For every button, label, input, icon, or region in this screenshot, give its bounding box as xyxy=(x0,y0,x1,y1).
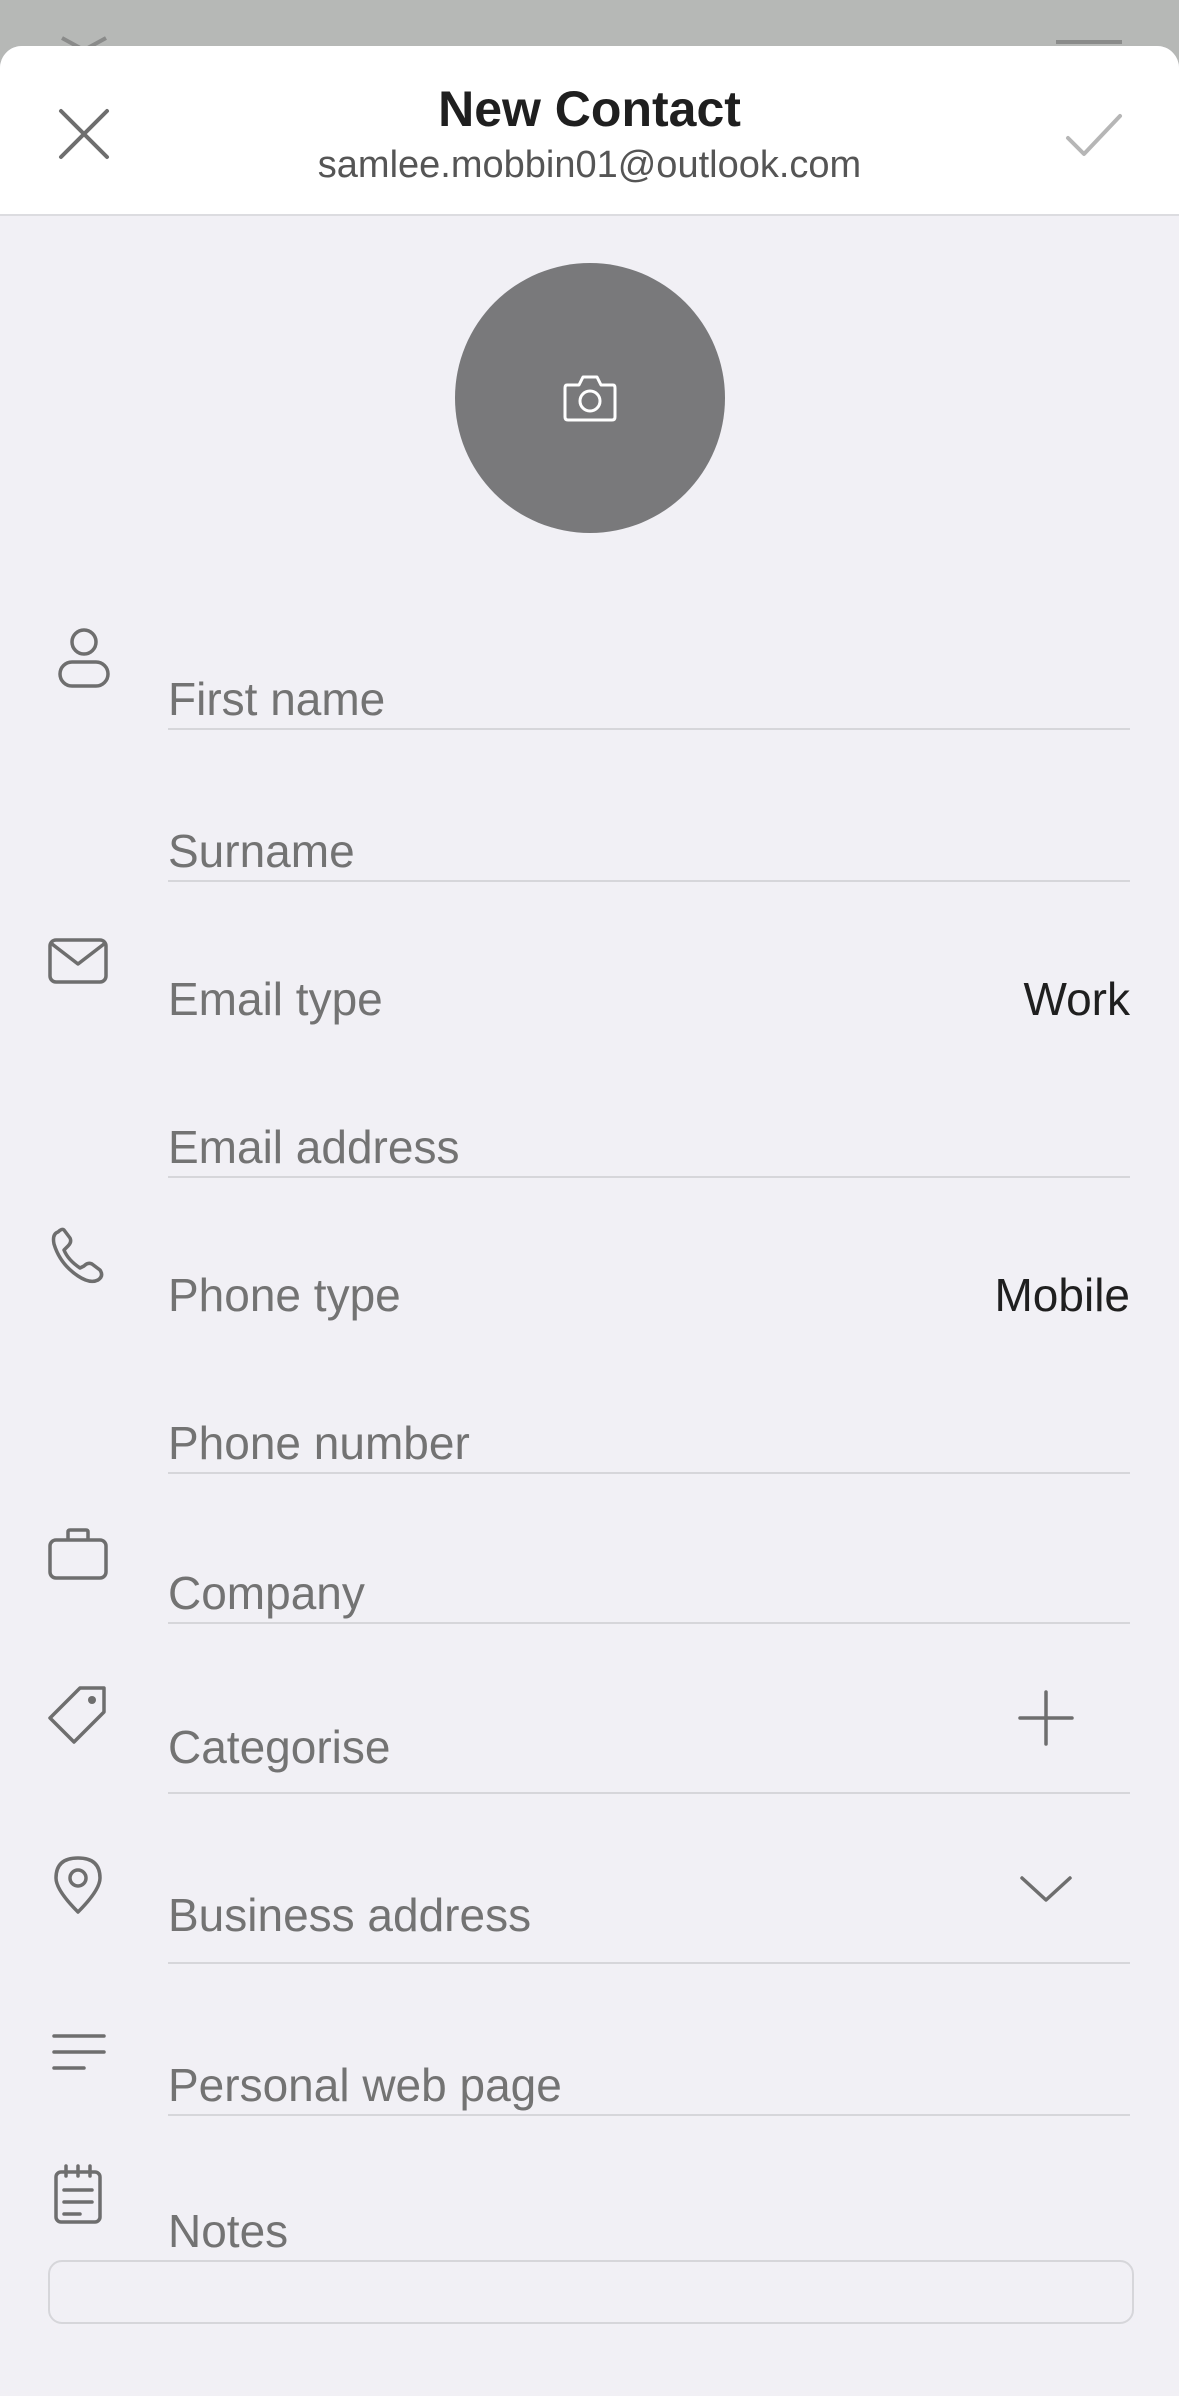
briefcase-icon xyxy=(48,1528,108,1580)
divider xyxy=(168,2114,1130,2116)
notes-label: Notes xyxy=(168,2205,289,2257)
add-photo-button[interactable] xyxy=(455,263,725,533)
phone-number-input[interactable]: Phone number xyxy=(168,1416,470,1470)
divider xyxy=(168,880,1130,882)
company-input[interactable]: Company xyxy=(168,1566,365,1620)
save-button[interactable] xyxy=(1060,102,1128,170)
divider xyxy=(168,1472,1130,1474)
divider xyxy=(168,1792,1130,1794)
account-email: samlee.mobbin01@outlook.com xyxy=(317,144,862,186)
location-pin-icon xyxy=(54,1856,102,1914)
text-lines-icon xyxy=(52,2034,106,2070)
backdrop-menu-icon xyxy=(1056,40,1122,44)
divider xyxy=(168,1962,1130,1964)
email-address-input[interactable]: Email address xyxy=(168,1120,459,1174)
categorise-label[interactable]: Categorise xyxy=(168,1720,390,1774)
checkmark-icon xyxy=(1066,114,1122,156)
person-icon xyxy=(58,628,110,688)
email-type-selector[interactable]: Work xyxy=(1024,972,1131,1026)
chevron-down-icon[interactable] xyxy=(1012,1854,1080,1922)
divider xyxy=(168,728,1130,730)
personal-web-page-input[interactable]: Personal web page xyxy=(168,2058,562,2112)
sheet-header: New Contact samlee.mobbin01@outlook.com xyxy=(0,46,1179,216)
divider xyxy=(168,1176,1130,1178)
divider xyxy=(168,1622,1130,1624)
email-type-label[interactable]: Email type xyxy=(168,972,383,1026)
phone-type-label[interactable]: Phone type xyxy=(168,1268,401,1322)
new-contact-sheet: New Contact samlee.mobbin01@outlook.com … xyxy=(0,46,1179,2396)
tag-icon xyxy=(48,1686,106,1744)
notepad-icon xyxy=(54,2164,102,2224)
first-name-input[interactable]: First name xyxy=(168,672,385,726)
page-title: New Contact xyxy=(438,81,741,137)
plus-icon[interactable] xyxy=(1012,1684,1080,1752)
camera-icon xyxy=(563,375,617,422)
notes-input[interactable] xyxy=(48,2260,1134,2324)
surname-input[interactable]: Surname xyxy=(168,824,355,878)
business-address-label[interactable]: Business address xyxy=(168,1888,531,1942)
envelope-icon xyxy=(48,938,108,984)
phone-icon xyxy=(51,1227,104,1284)
phone-type-selector[interactable]: Mobile xyxy=(994,1268,1130,1322)
